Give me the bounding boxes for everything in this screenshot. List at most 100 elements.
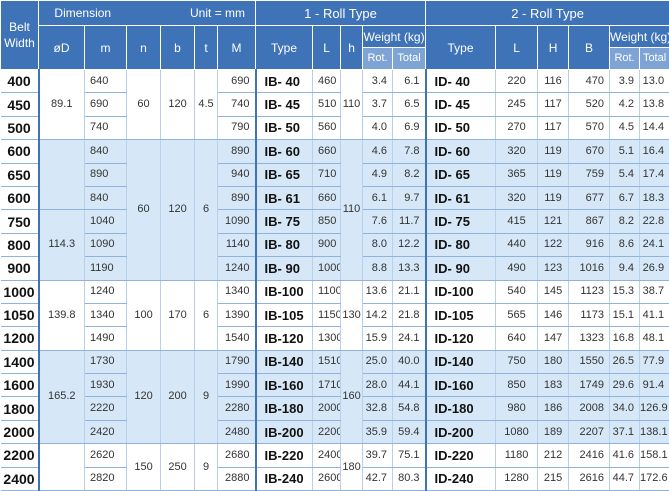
total2-cell: 16.4 [640, 140, 669, 163]
type2-cell: ID-140 [426, 350, 496, 373]
t-header: t [195, 26, 218, 70]
M-cell: 1090 [218, 210, 256, 233]
roll1-header: 1 - Roll Type [256, 1, 426, 26]
L1-cell: 660 [313, 140, 341, 163]
L2-cell: 440 [496, 233, 538, 256]
m-cell: 1090 [85, 233, 127, 256]
L1-cell: 710 [313, 163, 341, 186]
type1-cell: IB-105 [256, 303, 313, 326]
h-cell: 110 [341, 70, 363, 140]
table-body: 40089.1640601204.5690IB- 404601103.46.1I… [1, 70, 669, 491]
total2-cell: 38.7 [640, 280, 669, 303]
table-row: 1400165.2173012020091790IB-140151016025.… [1, 350, 669, 373]
M-cell: 1790 [218, 350, 256, 373]
table-row: 1000139.8124010017061340IB-100110013013.… [1, 280, 669, 303]
H-cell: 119 [538, 186, 569, 209]
L1-cell: 460 [313, 70, 341, 93]
L2-cell: 245 [496, 93, 538, 116]
m-cell: 890 [85, 163, 127, 186]
type2-cell: ID-160 [426, 374, 496, 397]
rot2-cell: 8.6 [610, 233, 640, 256]
m-cell: 1240 [85, 280, 127, 303]
L1-cell: 560 [313, 116, 341, 139]
belt-width-cell: 600 [1, 140, 39, 163]
type2-cell: ID-180 [426, 397, 496, 420]
unit-header: Unit = mm [127, 1, 256, 26]
t-cell: 9 [195, 444, 218, 491]
total1-cell: 40.0 [393, 350, 426, 373]
belt-width-cell: 600 [1, 186, 39, 209]
L1-cell: 1100 [313, 280, 341, 303]
type1-cell: IB- 40 [256, 70, 313, 93]
table-row: 240028202880IB-240260042.780.3ID-2401280… [1, 467, 669, 490]
type2-cell: ID- 40 [426, 70, 496, 93]
B-cell: 670 [569, 140, 610, 163]
table-row: 105013401390IB-105115014.221.8ID-1055651… [1, 303, 669, 326]
rot2-cell: 8.2 [610, 210, 640, 233]
type1-cell: IB- 50 [256, 116, 313, 139]
h-header: h [341, 26, 363, 70]
table-row: 750114.310401090IB- 758507.611.7ID- 7541… [1, 210, 669, 233]
belt-width-cell: 2000 [1, 420, 39, 443]
B-cell: 2616 [569, 467, 610, 490]
type2-cell: ID- 61 [426, 186, 496, 209]
L2-cell: 320 [496, 140, 538, 163]
type1-cell: IB-200 [256, 420, 313, 443]
rot1-cell: 3.4 [363, 70, 393, 93]
rot2-cell: 34.0 [610, 397, 640, 420]
b-header: b [161, 26, 195, 70]
total1-cell: 24.1 [393, 327, 426, 350]
H-cell: 145 [538, 280, 569, 303]
rot2-cell: 26.5 [610, 350, 640, 373]
H-cell: 215 [538, 467, 569, 490]
b-cell: 120 [161, 70, 195, 140]
total1-cell: 21.8 [393, 303, 426, 326]
belt-width-cell: 400 [1, 70, 39, 93]
total2-cell: 18.3 [640, 186, 669, 209]
H-cell: 119 [538, 163, 569, 186]
belt-width-cell: 900 [1, 257, 39, 280]
type2-cell: ID- 45 [426, 93, 496, 116]
type2-cell: ID- 50 [426, 116, 496, 139]
L1-cell: 1300 [313, 327, 341, 350]
rot2-cell: 37.1 [610, 420, 640, 443]
L2-cell: 490 [496, 257, 538, 280]
H-cell: 121 [538, 210, 569, 233]
type1-cell: IB- 61 [256, 186, 313, 209]
h-cell: 160 [341, 350, 363, 444]
m-cell: 2220 [85, 397, 127, 420]
H-cell: 189 [538, 420, 569, 443]
od-cell [39, 444, 85, 491]
M-cell: 1240 [218, 257, 256, 280]
L2-cell: 1280 [496, 467, 538, 490]
type1-cell: IB-220 [256, 444, 313, 467]
L2-cell: 365 [496, 163, 538, 186]
rot2-cell: 44.7 [610, 467, 640, 490]
rot2-cell: 15.1 [610, 303, 640, 326]
total2-cell: 22.8 [640, 210, 669, 233]
type2-cell: ID- 65 [426, 163, 496, 186]
M-cell: 2280 [218, 397, 256, 420]
rot1-cell: 35.9 [363, 420, 393, 443]
m-cell: 1490 [85, 327, 127, 350]
m-cell: 2420 [85, 420, 127, 443]
B-cell: 759 [569, 163, 610, 186]
table-row: 90011901240IB- 9010008.813.3ID- 90490123… [1, 257, 669, 280]
m-cell: 1190 [85, 257, 127, 280]
type1-cell: IB-140 [256, 350, 313, 373]
belt-width-cell: 1600 [1, 374, 39, 397]
M-cell: 790 [218, 116, 256, 139]
type2-cell: ID- 80 [426, 233, 496, 256]
H-cell: 186 [538, 397, 569, 420]
rot2-cell: 41.6 [610, 444, 640, 467]
rot1-cell: 4.0 [363, 116, 393, 139]
h-cell: 110 [341, 140, 363, 280]
m-cell: 1930 [85, 374, 127, 397]
od-cell: 114.3 [39, 210, 85, 280]
rot2-cell: 4.2 [610, 93, 640, 116]
m-cell: 690 [85, 93, 127, 116]
spec-table: Belt Width Dimension Unit = mm 1 - Roll … [0, 0, 669, 491]
type2-cell: ID-200 [426, 420, 496, 443]
total2-cell: 77.9 [640, 350, 669, 373]
total1-cell: 13.3 [393, 257, 426, 280]
